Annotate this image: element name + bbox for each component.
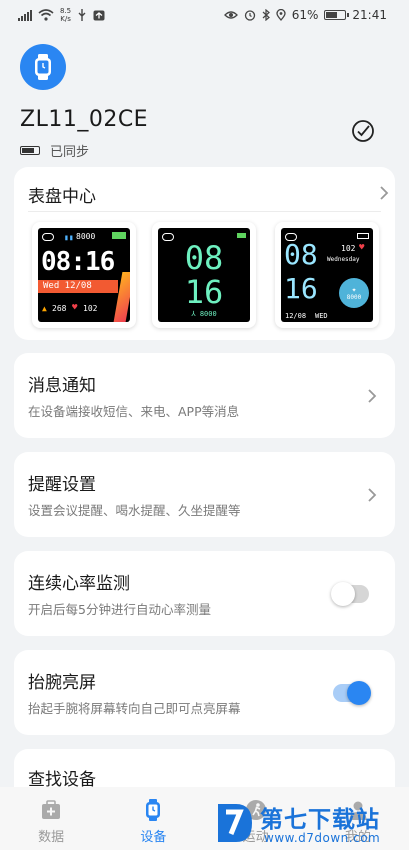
toggle-knob	[331, 582, 355, 606]
alarm-icon	[244, 10, 255, 21]
d7-logo-icon	[218, 804, 252, 842]
location-icon	[276, 9, 286, 21]
device-battery-icon	[20, 146, 40, 155]
watchface-1[interactable]: ▮▮ 8000 08:16 Wed 12/08 ▲ 268 ♥ 102	[32, 222, 136, 328]
medkit-icon	[42, 800, 61, 819]
run-icon: ✦	[351, 285, 357, 294]
message-notification-title: 消息通知	[28, 376, 96, 396]
link-icon	[162, 233, 174, 241]
device-name: ZL11_02CE	[20, 107, 149, 132]
nav-data-label: 数据	[38, 830, 65, 845]
watch-icon	[146, 799, 161, 821]
message-notification-card[interactable]: 消息通知 在设备端接收短信、来电、APP等消息	[14, 353, 395, 438]
heart-icon: ♥	[359, 243, 365, 253]
wf3-heart: 102	[341, 244, 356, 253]
device-header: ZL11_02CE 已同步	[0, 40, 409, 162]
heart-rate-monitor-title: 连续心率监测	[28, 574, 130, 594]
wf1-calories: 268	[52, 304, 67, 313]
watermark-url: www.d7down.com	[264, 831, 381, 845]
wf3-weekday: Wednesday	[327, 256, 360, 263]
wf3-weekday-short: WED	[315, 312, 328, 320]
wf2-hour: 08	[184, 239, 224, 277]
wf3-steps: 8000	[346, 294, 362, 301]
watchface-center-card[interactable]: 表盘中心 ▮▮ 8000 08:16 Wed 12/08 ▲ 268 ♥ 102…	[14, 167, 395, 340]
battery-icon	[237, 233, 246, 238]
heart-rate-monitor-card: 连续心率监测 开启后每5分钟进行自动心率测量	[14, 551, 395, 636]
net-speed-value: 8.5	[60, 7, 72, 15]
wf2-steps: 8000	[199, 310, 217, 318]
watermark: 第七下载站 www.d7down.com	[214, 798, 409, 850]
signal-icon	[18, 9, 32, 21]
net-speed-unit: K/s	[60, 15, 71, 23]
bluetooth-icon	[262, 9, 270, 21]
watch-avatar-icon	[20, 44, 66, 90]
usb-icon	[78, 9, 86, 21]
battery-percent: 61%	[291, 8, 319, 22]
sync-check-icon[interactable]	[351, 119, 375, 143]
wf3-hour: 08	[284, 238, 318, 271]
footprint-icon: ▮▮	[64, 233, 74, 242]
watchface-3[interactable]: 102 ♥ Wednesday 08 16 ✦ 8000 12/08 WED	[275, 222, 379, 328]
raise-to-wake-subtitle: 抬起手腕将屏幕转向自己即可点亮屏幕	[28, 701, 241, 716]
watchface-1-screen: ▮▮ 8000 08:16 Wed 12/08 ▲ 268 ♥ 102	[38, 228, 130, 322]
watermark-title: 第七下载站	[260, 807, 380, 833]
nav-data[interactable]: 数据	[11, 799, 91, 845]
reminder-settings-subtitle: 设置会议提醒、喝水提醒、久坐提醒等	[28, 503, 241, 518]
nav-device-label: 设备	[140, 830, 167, 845]
chevron-right-icon[interactable]	[379, 185, 389, 201]
clock: 21:41	[352, 8, 387, 22]
raise-to-wake-card: 抬腕亮屏 抬起手腕将屏幕转向自己即可点亮屏幕	[14, 650, 395, 735]
status-right: 61% 21:41	[223, 8, 387, 22]
raise-to-wake-toggle[interactable]	[333, 681, 371, 705]
heart-icon: ♥	[72, 303, 78, 313]
heart-rate-toggle[interactable]	[331, 582, 369, 606]
wifi-icon	[38, 9, 54, 21]
wf2-steps-row: ⅄ 8000	[158, 310, 250, 318]
heart-rate-monitor-subtitle: 开启后每5分钟进行自动心率测量	[28, 602, 211, 617]
net-speed: 8.5 K/s	[60, 7, 71, 23]
wf3-minute: 16	[284, 272, 318, 305]
battery-icon	[112, 232, 126, 239]
chevron-right-icon[interactable]	[367, 388, 377, 404]
watchface-2[interactable]: 08 16 ⅄ 8000	[152, 222, 256, 328]
wf1-date: Wed 12/08	[38, 280, 118, 293]
battery-icon	[324, 10, 350, 20]
footprint-icon: ⅄	[191, 310, 200, 318]
raise-to-wake-title: 抬腕亮屏	[28, 673, 96, 693]
wf3-date: 12/08	[285, 312, 307, 320]
watchface-center-title: 表盘中心	[28, 187, 96, 207]
eye-icon	[223, 11, 238, 19]
sync-status-row: 已同步	[20, 141, 89, 160]
nav-device[interactable]: 设备	[113, 799, 193, 845]
reminder-settings-title: 提醒设置	[28, 475, 96, 495]
battery-icon	[357, 233, 369, 239]
status-left: 8.5 K/s	[18, 7, 105, 23]
toggle-knob	[347, 681, 371, 705]
status-bar: 8.5 K/s 61% 21:41	[0, 0, 409, 30]
flame-icon: ▲	[42, 304, 47, 313]
wf1-heart: 102	[83, 304, 98, 313]
watchface-2-screen: 08 16 ⅄ 8000	[158, 228, 250, 322]
reminder-settings-card[interactable]: 提醒设置 设置会议提醒、喝水提醒、久坐提醒等	[14, 452, 395, 537]
wf3-steps-badge: ✦ 8000	[339, 278, 369, 308]
watchface-3-screen: 102 ♥ Wednesday 08 16 ✦ 8000 12/08 WED	[281, 228, 373, 322]
message-notification-subtitle: 在设备端接收短信、来电、APP等消息	[28, 404, 240, 419]
sync-status: 已同步	[50, 145, 90, 160]
wf1-steps: 8000	[76, 232, 96, 241]
notification-icon	[93, 10, 105, 20]
wf1-time: 08:16	[41, 247, 115, 277]
chevron-right-icon[interactable]	[367, 487, 377, 503]
link-icon	[42, 233, 54, 241]
wf2-minute: 16	[184, 273, 224, 311]
divider	[28, 211, 381, 212]
